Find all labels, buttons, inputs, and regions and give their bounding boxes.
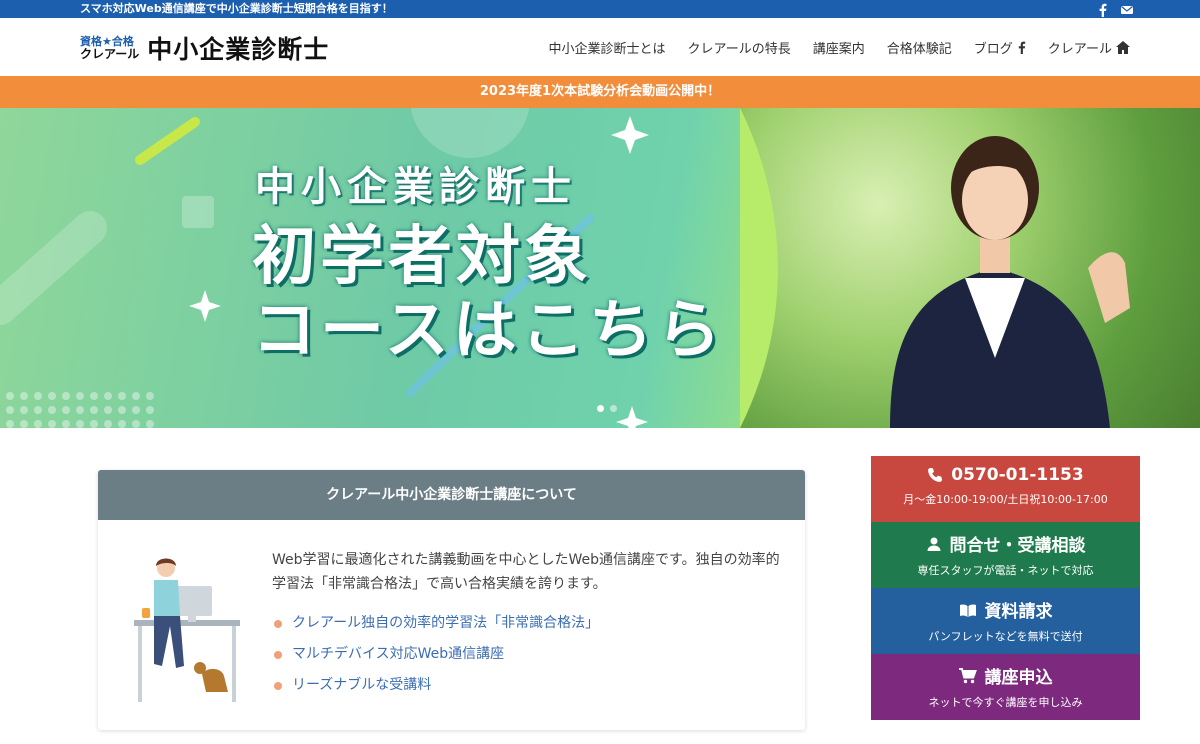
announcement-text: 2023年度1次本試験分析会動画公開中！	[479, 84, 721, 99]
hero-slider[interactable]: 中小企業診断士 初学者対象 コースはこちら	[0, 108, 1200, 428]
document-title: 資料請求	[984, 602, 1053, 622]
feature-label: マルチデバイス対応Web通信講座	[292, 646, 505, 662]
nav-label: クレアールの特長	[687, 42, 791, 57]
nav-item-home[interactable]: クレアール	[1048, 38, 1130, 57]
feature-label: クレアール独自の効率的学習法「非常識合格法」	[292, 615, 600, 631]
site-tagline: スマホ対応Web通信講座で中小企業診断士短期合格を目指す！	[80, 2, 393, 15]
slider-dots	[597, 405, 617, 412]
nav-item-testimonials[interactable]: 合格体験記	[887, 38, 952, 57]
cart-icon	[958, 667, 977, 683]
hero-headline-line2: コースはこちら	[252, 294, 725, 368]
hero-photo	[740, 108, 1200, 428]
social-links	[1096, 2, 1134, 18]
logo-small-line2: クレアール	[80, 47, 140, 61]
facebook-icon	[1018, 41, 1025, 54]
bullet-icon	[274, 681, 282, 690]
document-request-button[interactable]: 資料請求 パンフレットなどを無料で送付	[871, 588, 1140, 654]
bullet-icon	[274, 619, 282, 628]
nav-label: 講座案内	[812, 42, 865, 57]
nav-item-about-exam[interactable]: 中小企業診断士とは	[548, 38, 665, 57]
main-nav: 中小企業診断士とは クレアールの特長 講座案内 合格体験記 ブログ クレアール	[548, 38, 1130, 57]
nav-item-features[interactable]: クレアールの特長	[687, 38, 790, 57]
apply-title: 講座申込	[984, 668, 1053, 688]
top-bar: スマホ対応Web通信講座で中小企業診断士短期合格を目指す！	[0, 0, 1200, 18]
apply-sub: ネットで今すぐ講座を申し込み	[928, 696, 1083, 709]
nav-item-blog[interactable]: ブログ	[974, 38, 1026, 57]
about-heading: クレアール中小企業診断士講座について	[326, 487, 577, 503]
slider-dot-1[interactable]	[597, 405, 604, 412]
contact-cta-button[interactable]: 問合せ・受講相談 専任スタッフが電話・ネットで対応	[871, 522, 1140, 588]
mail-icon[interactable]	[1120, 2, 1134, 16]
logo-title: 中小企業診断士	[147, 35, 330, 64]
logo-badge: 資格★合格 クレアール	[80, 36, 140, 61]
feature-item[interactable]: マルチデバイス対応Web通信講座	[274, 639, 599, 670]
feature-label: リーズナブルな受講料	[292, 677, 432, 693]
book-icon	[959, 603, 976, 617]
feature-item[interactable]: リーズナブルな受講料	[274, 670, 599, 701]
feature-list: クレアール独自の効率的学習法「非常識合格法」 マルチデバイス対応Web通信講座 …	[274, 608, 599, 701]
about-description: Web学習に最適化された講義動画を中心としたWeb通信講座です。独自の効率的学習…	[272, 552, 780, 592]
feature-item[interactable]: クレアール独自の効率的学習法「非常識合格法」	[274, 608, 599, 639]
facebook-icon[interactable]	[1096, 2, 1110, 18]
hero-title: 中小企業診断士	[255, 164, 577, 210]
home-icon	[1116, 41, 1130, 54]
phone-number: 0570-01-1153	[951, 465, 1084, 485]
person-icon	[927, 537, 940, 551]
course-apply-button[interactable]: 講座申込 ネットで今すぐ講座を申し込み	[871, 654, 1140, 720]
announcement-bar[interactable]: 2023年度1次本試験分析会動画公開中！	[0, 76, 1200, 108]
phone-cta-button[interactable]: 0570-01-1153 月〜金10:00-19:00/土日祝10:00-17:…	[871, 456, 1140, 522]
site-header: 資格★合格 クレアール 中小企業診断士 中小企業診断士とは クレアールの特長 講…	[0, 18, 1200, 76]
contact-title: 問合せ・受講相談	[949, 536, 1086, 556]
phone-hours: 月〜金10:00-19:00/土日祝10:00-17:00	[903, 493, 1108, 506]
hero-headline: 初学者対象 コースはこちら	[252, 220, 725, 368]
site-logo[interactable]: 資格★合格 クレアール 中小企業診断士	[80, 30, 329, 66]
nav-label: クレアール	[1047, 42, 1112, 57]
document-sub: パンフレットなどを無料で送付	[928, 630, 1083, 643]
nav-label: 中小企業診断士とは	[548, 42, 666, 57]
contact-sub: 専任スタッフが電話・ネットで対応	[917, 564, 1094, 577]
nav-item-courses[interactable]: 講座案内	[813, 38, 865, 57]
hero-headline-line1: 初学者対象	[252, 220, 592, 294]
slider-dot-2[interactable]	[610, 405, 617, 412]
bullet-icon	[274, 650, 282, 659]
about-card: クレアール中小企業診断士講座について Web学習に最適化された講義動画を中心とし…	[98, 470, 805, 730]
phone-icon	[928, 468, 943, 482]
nav-label: ブログ	[973, 42, 1013, 57]
nav-label: 合格体験記	[886, 42, 952, 57]
about-card-header: クレアール中小企業診断士講座について	[98, 470, 805, 520]
study-illustration	[134, 558, 240, 702]
